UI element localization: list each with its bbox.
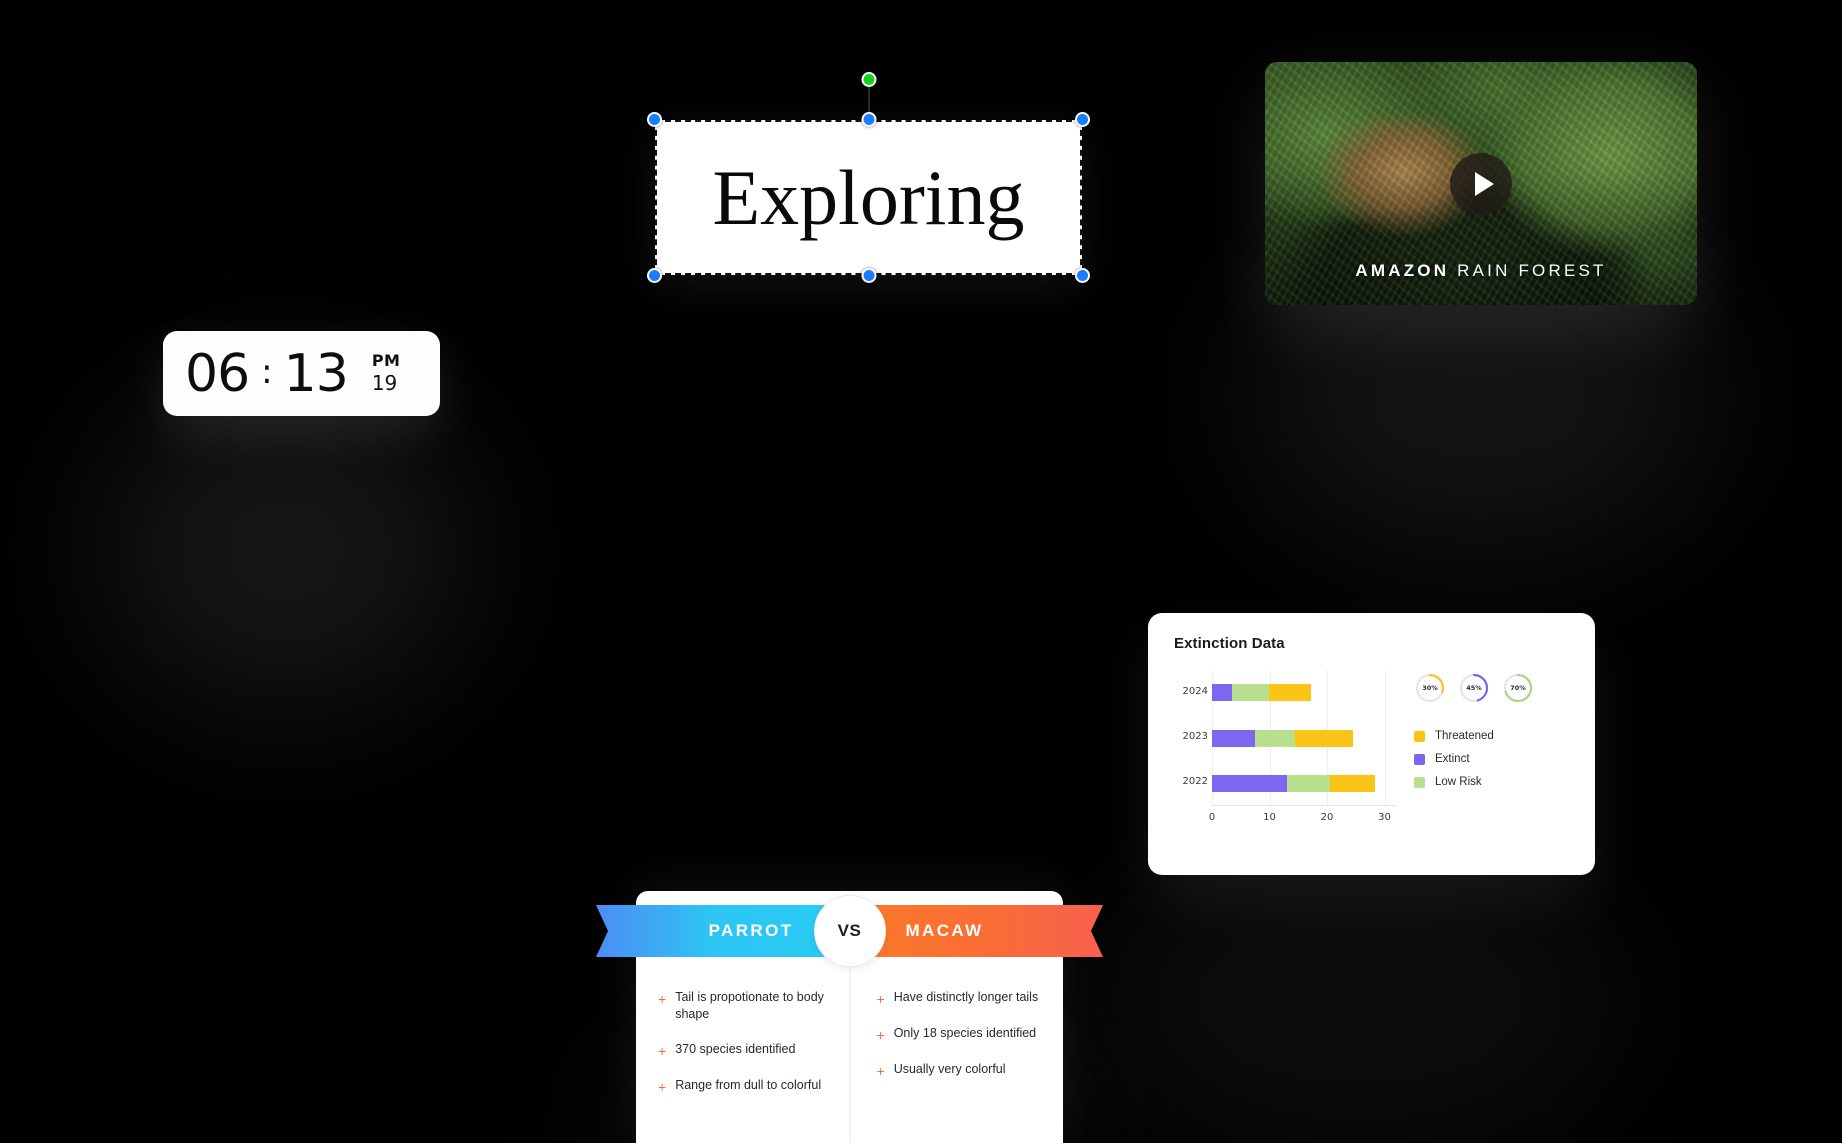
selected-text-object[interactable]: Exploring: [647, 72, 1090, 283]
clock-ampm: PM: [371, 351, 401, 370]
legend-label: Low Risk: [1435, 776, 1482, 788]
bar-segment-threatened[interactable]: [1268, 684, 1312, 702]
vs-label: VS: [837, 921, 862, 940]
bar-segment-extinct[interactable]: [1212, 729, 1256, 747]
legend-item[interactable]: Extinct: [1414, 753, 1569, 765]
comparison-column-left: + Tail is propotionate to body shape +370 …: [636, 971, 851, 1143]
list-item: + Have distinctly longer tails: [877, 989, 1054, 1006]
chart-x-ticks: 0 10 20 30: [1208, 812, 1396, 828]
x-tick-label: 0: [1208, 812, 1216, 823]
comparison-column-right: + Have distinctly longer tails + Only 18 sp…: [851, 971, 1064, 1143]
video-caption-light: RAIN FOREST: [1457, 261, 1607, 280]
bar-segment-extinct[interactable]: [1212, 774, 1288, 792]
comparison-card[interactable]: PARROT MACAW VS + Tail is propotionate to…: [596, 891, 1063, 1143]
clock-hours: 06: [185, 343, 250, 404]
legend-swatch-icon: [1414, 776, 1425, 788]
list-item: + Only 18 species identified: [877, 1025, 1054, 1042]
play-triangle: [1474, 171, 1494, 196]
list-item-label: 370 species identified: [675, 1042, 796, 1056]
resize-handle-top-left[interactable]: [647, 112, 662, 127]
gauge-45[interactable]: 45%: [1458, 672, 1490, 704]
comparison-columns: + Tail is propotionate to body shape +370 …: [636, 971, 1063, 1143]
legend-item[interactable]: Low Risk: [1414, 776, 1569, 788]
text-box[interactable]: Exploring: [655, 120, 1082, 275]
glow-chart: [1100, 850, 1620, 1143]
ribbon-left: PARROT: [596, 905, 850, 957]
chart-bars: [1212, 670, 1396, 806]
clock-time: 06 : 13: [185, 343, 349, 404]
bar-segment-extinct[interactable]: [1212, 684, 1232, 702]
gauge-group: 30% 45% 70%: [1414, 672, 1569, 704]
video-caption: AMAZON RAIN FOREST: [1265, 261, 1697, 281]
page-title: Exploring: [712, 153, 1025, 241]
list-item: + Range from dull to colorful: [658, 1077, 835, 1094]
resize-handle-bottom-center[interactable]: [861, 268, 876, 283]
glow-clock: [100, 390, 470, 710]
bar-segment-threatened[interactable]: [1329, 774, 1375, 792]
chart-side-panel: 30% 45% 70% Threatened Extinct Low Risk: [1400, 670, 1569, 830]
canvas-stage: 06 : 13 PM 19 Exploring AMAZON RAIN FORE…: [0, 0, 1842, 1143]
chart-legend: Threatened Extinct Low Risk: [1414, 730, 1569, 788]
gauge-70[interactable]: 70%: [1502, 672, 1534, 704]
ribbon-right: MACAW: [850, 905, 1104, 957]
list-item: + Tail is propotionate to body shape: [658, 989, 835, 1022]
bar-row[interactable]: [1212, 774, 1396, 792]
clock-meta: PM 19: [372, 351, 401, 396]
resize-handle-top-right[interactable]: [1075, 112, 1090, 127]
bar-row[interactable]: [1212, 684, 1396, 702]
video-caption-bold: AMAZON: [1355, 261, 1450, 280]
bar-chart[interactable]: 2024 2023 2022 0 10 20 30: [1174, 670, 1400, 830]
bar-segment-threatened[interactable]: [1295, 729, 1353, 747]
rotate-handle[interactable]: [861, 72, 876, 87]
comparison-right-title: MACAW: [905, 921, 984, 940]
vs-badge: VS: [813, 895, 886, 967]
gauge-value: 30%: [1422, 684, 1438, 692]
legend-label: Threatened: [1435, 730, 1494, 742]
chart-body: 2024 2023 2022 0 10 20 30 30% 45% 70% Threatene…: [1174, 670, 1569, 830]
resize-handle-bottom-right[interactable]: [1075, 268, 1090, 283]
x-tick-label: 20: [1320, 812, 1334, 823]
gauge-value: 45%: [1466, 684, 1482, 692]
gauge-30[interactable]: 30%: [1414, 672, 1446, 704]
legend-swatch-icon: [1414, 753, 1425, 765]
bar-row[interactable]: [1212, 729, 1396, 747]
x-tick-label: 10: [1263, 812, 1276, 823]
plus-icon: +: [658, 991, 667, 1007]
bar-segment-low-risk[interactable]: [1255, 729, 1296, 747]
list-item: + Usually very colorful: [877, 1061, 1054, 1078]
list-item-label: Usually very colorful: [893, 1062, 1006, 1076]
legend-swatch-icon: [1414, 730, 1425, 742]
video-card[interactable]: AMAZON RAIN FOREST: [1265, 62, 1697, 305]
list-item-label: Tail is propotionate to body shape: [675, 990, 824, 1021]
clock-minutes: 13: [283, 343, 349, 404]
legend-item[interactable]: Threatened: [1414, 730, 1569, 742]
y-tick-label: 2022: [1182, 776, 1208, 788]
resize-handle-bottom-left[interactable]: [647, 268, 662, 283]
x-tick-label: 30: [1378, 812, 1391, 823]
plus-icon: +: [876, 1027, 885, 1043]
clock-widget[interactable]: 06 : 13 PM 19: [163, 331, 440, 416]
clock-separator: :: [261, 351, 273, 392]
bar-segment-low-risk[interactable]: [1231, 684, 1269, 702]
list-item-label: Have distinctly longer tails: [893, 990, 1039, 1004]
resize-handle-top-center[interactable]: [861, 112, 876, 127]
chart-card[interactable]: Extinction Data 2024 2023 2022 0 10 20 30 30%…: [1148, 613, 1595, 875]
y-tick-label: 2023: [1182, 731, 1208, 742]
gauge-value: 70%: [1510, 684, 1526, 692]
list-item-label: Range from dull to colorful: [675, 1078, 822, 1092]
play-icon[interactable]: [1450, 152, 1512, 215]
y-tick-label: 2024: [1182, 685, 1208, 697]
plus-icon: +: [658, 1043, 667, 1059]
comparison-left-title: PARROT: [708, 921, 794, 940]
list-item-label: Only 18 species identified: [893, 1026, 1037, 1040]
bar-segment-low-risk[interactable]: [1287, 774, 1330, 792]
plus-icon: +: [876, 1063, 885, 1079]
chart-title: Extinction Data: [1174, 635, 1285, 652]
legend-label: Extinct: [1435, 753, 1470, 765]
clock-day: 19: [371, 371, 398, 395]
plus-icon: +: [876, 991, 885, 1007]
list-item: +370 species identified: [658, 1041, 835, 1058]
plus-icon: +: [658, 1079, 667, 1095]
